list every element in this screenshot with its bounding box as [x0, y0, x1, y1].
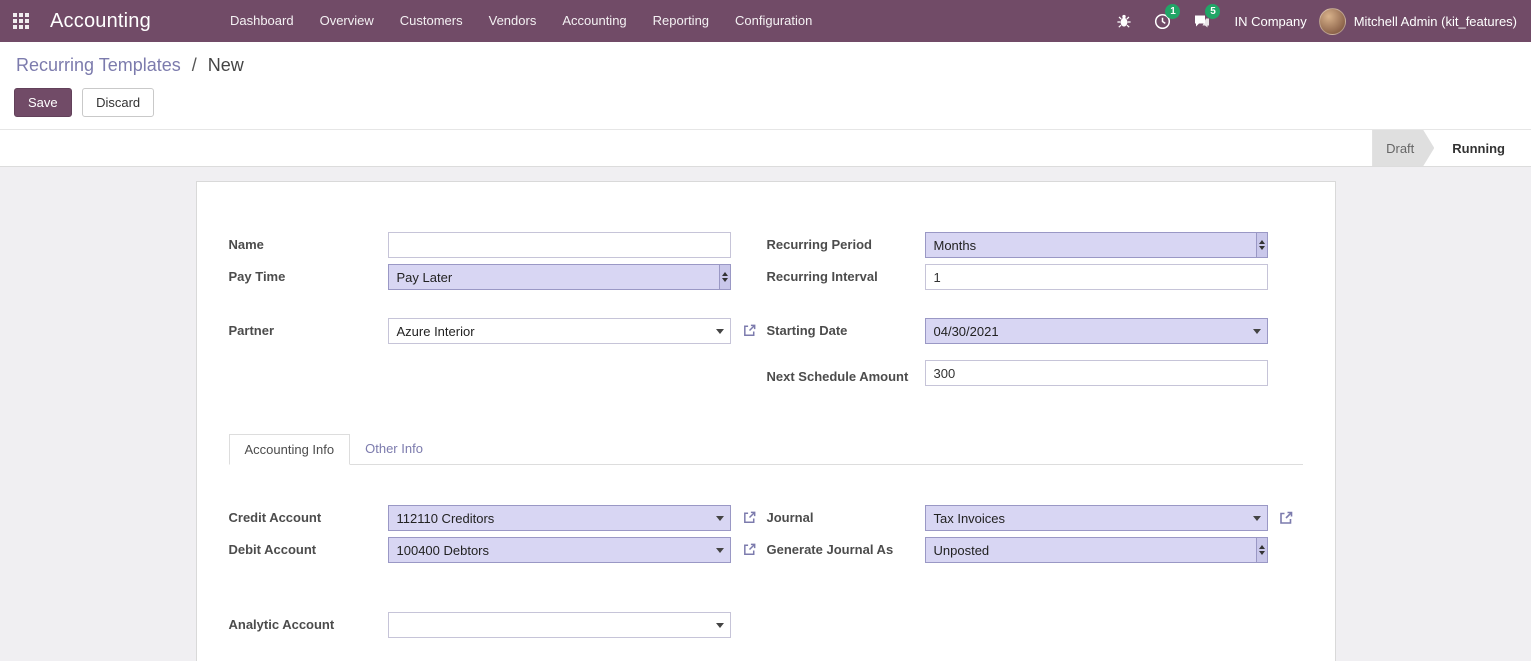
chevron-down-icon	[710, 613, 730, 637]
debit-account-label: Debit Account	[229, 541, 388, 559]
notebook-tabs: Accounting Info Other Info	[229, 434, 1303, 465]
recurring-period-label: Recurring Period	[767, 236, 925, 254]
field-row-debit-account: Debit Account 100400 Debtors	[229, 537, 731, 563]
breadcrumb-current: New	[208, 55, 244, 75]
control-panel: Recurring Templates / New Save Discard D…	[0, 42, 1531, 167]
partner-combobox[interactable]: Azure Interior	[388, 318, 731, 344]
generate-journal-as-label: Generate Journal As	[767, 541, 925, 559]
accounting-info-panel: Credit Account 112110 Creditors	[229, 465, 1303, 644]
menu-configuration[interactable]: Configuration	[722, 0, 825, 42]
menu-customers[interactable]: Customers	[387, 0, 476, 42]
starting-date-picker[interactable]: 04/30/2021	[925, 318, 1268, 344]
breadcrumb-separator: /	[192, 55, 197, 75]
field-row-pay-time: Pay Time Pay Later	[229, 264, 731, 290]
activities-icon[interactable]: 1	[1143, 13, 1182, 30]
status-draft[interactable]: Draft	[1372, 130, 1434, 166]
field-row-next-schedule-amount: Next Schedule Amount	[767, 360, 1268, 386]
select-spinner-icon	[1256, 233, 1267, 257]
activities-badge: 1	[1165, 4, 1180, 19]
menu-accounting[interactable]: Accounting	[549, 0, 639, 42]
status-running[interactable]: Running	[1438, 130, 1531, 166]
field-row-partner: Partner Azure Interior	[229, 318, 731, 344]
company-switcher[interactable]: IN Company	[1222, 14, 1318, 29]
action-buttons: Save Discard	[0, 78, 1531, 130]
main-menu: Dashboard Overview Customers Vendors Acc…	[217, 0, 825, 42]
name-label: Name	[229, 236, 388, 254]
analytic-account-label: Analytic Account	[229, 616, 388, 634]
tab-accounting-info[interactable]: Accounting Info	[229, 434, 351, 465]
menu-reporting[interactable]: Reporting	[640, 0, 722, 42]
breadcrumb: Recurring Templates / New	[0, 42, 1531, 78]
select-spinner-icon	[719, 265, 730, 289]
generate-journal-as-select[interactable]: Unposted	[925, 537, 1268, 563]
messages-icon[interactable]: 5	[1182, 13, 1222, 30]
menu-vendors[interactable]: Vendors	[476, 0, 550, 42]
chevron-down-icon	[710, 319, 730, 343]
chevron-down-icon	[710, 538, 730, 562]
field-row-recurring-interval: Recurring Interval	[767, 264, 1268, 290]
journal-combobox[interactable]: Tax Invoices	[925, 505, 1268, 531]
page-background: Name Pay Time Pay Later	[0, 167, 1531, 655]
pay-time-select[interactable]: Pay Later	[388, 264, 731, 290]
field-row-credit-account: Credit Account 112110 Creditors	[229, 505, 731, 531]
messages-badge: 5	[1205, 4, 1220, 19]
recurring-period-select[interactable]: Months	[925, 232, 1268, 258]
breadcrumb-parent-link[interactable]: Recurring Templates	[16, 55, 181, 75]
save-button[interactable]: Save	[14, 88, 72, 117]
starting-date-label: Starting Date	[767, 322, 925, 340]
chevron-down-icon	[710, 506, 730, 530]
field-row-analytic-account: Analytic Account	[229, 612, 731, 638]
pay-time-label: Pay Time	[229, 268, 388, 286]
name-input[interactable]	[388, 232, 731, 258]
next-schedule-amount-input[interactable]	[925, 360, 1268, 386]
menu-dashboard[interactable]: Dashboard	[217, 0, 307, 42]
field-row-journal: Journal Tax Invoices	[767, 505, 1268, 531]
analytic-account-combobox[interactable]	[388, 612, 731, 638]
user-menu[interactable]: Mitchell Admin (kit_features)	[1319, 8, 1517, 35]
debit-account-external-link-icon[interactable]	[742, 542, 757, 557]
select-spinner-icon	[1256, 538, 1267, 562]
credit-account-combobox[interactable]: 112110 Creditors	[388, 505, 731, 531]
recurring-interval-label: Recurring Interval	[767, 268, 925, 286]
chevron-down-icon	[1247, 319, 1267, 343]
tab-other-info[interactable]: Other Info	[350, 434, 438, 464]
debug-bug-icon[interactable]	[1105, 13, 1143, 29]
status-bar: Draft Running	[0, 130, 1531, 167]
apps-grid-icon	[13, 13, 29, 29]
field-row-name: Name	[229, 232, 731, 258]
chevron-down-icon	[1247, 506, 1267, 530]
credit-account-external-link-icon[interactable]	[742, 510, 757, 525]
top-navbar: Accounting Dashboard Overview Customers …	[0, 0, 1531, 42]
recurring-interval-input[interactable]	[925, 264, 1268, 290]
credit-account-label: Credit Account	[229, 509, 388, 527]
field-row-generate-journal-as: Generate Journal As Unposted	[767, 537, 1268, 563]
debit-account-combobox[interactable]: 100400 Debtors	[388, 537, 731, 563]
partner-external-link-icon[interactable]	[742, 323, 757, 338]
user-avatar	[1319, 8, 1346, 35]
field-row-starting-date: Starting Date 04/30/2021	[767, 318, 1268, 344]
user-name: Mitchell Admin (kit_features)	[1354, 14, 1517, 29]
next-schedule-amount-label: Next Schedule Amount	[767, 368, 925, 386]
menu-overview[interactable]: Overview	[307, 0, 387, 42]
discard-button[interactable]: Discard	[82, 88, 154, 117]
journal-external-link-icon[interactable]	[1278, 510, 1294, 526]
app-title: Accounting	[50, 10, 151, 33]
field-row-recurring-period: Recurring Period Months	[767, 232, 1268, 258]
journal-label: Journal	[767, 509, 925, 527]
apps-menu-button[interactable]	[0, 0, 42, 42]
form-sheet: Name Pay Time Pay Later	[196, 181, 1336, 661]
partner-label: Partner	[229, 322, 388, 340]
